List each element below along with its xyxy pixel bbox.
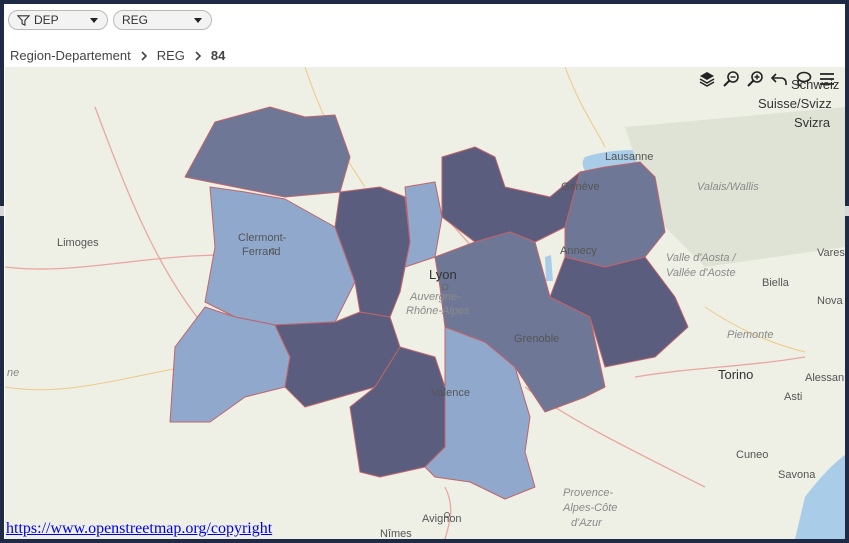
- osm-copyright-link[interactable]: https://www.openstreetmap.org/copyright: [6, 520, 272, 538]
- place-label: Biella: [762, 277, 789, 289]
- place-label: Genève: [561, 181, 600, 193]
- place-label: ne: [7, 367, 20, 379]
- zoom-in-icon[interactable]: [745, 69, 765, 89]
- lasso-icon[interactable]: [793, 69, 813, 89]
- resize-handle-left[interactable]: [0, 206, 4, 216]
- place-label: Alpes-Côte: [563, 502, 618, 514]
- layers-icon[interactable]: [697, 69, 717, 89]
- undo-icon[interactable]: [769, 69, 789, 89]
- place-label: Rhône-Alpes: [406, 305, 470, 317]
- breadcrumb-root[interactable]: Region-Departement: [10, 48, 131, 63]
- dep-filter-label: DEP: [34, 13, 59, 27]
- place-label: Nîmes: [380, 528, 412, 539]
- place-label: Nova: [817, 295, 843, 307]
- dashboard-panel: DEP REG Region-Departement REG 84 Schwei…: [4, 4, 845, 539]
- place-label: Piemonte: [727, 329, 774, 341]
- place-label: Provence-: [563, 487, 614, 499]
- map-view[interactable]: Schweiz Suisse/Svizz Svizra Lausanne Gen…: [5, 67, 845, 539]
- reg-filter-label: REG: [122, 13, 149, 27]
- place-label: Vallée d'Aoste: [666, 267, 736, 279]
- chevron-down-icon: [90, 18, 98, 23]
- place-label: Alessan: [805, 372, 845, 384]
- dep-filter-dropdown[interactable]: DEP: [8, 10, 108, 30]
- zoom-out-icon[interactable]: [721, 69, 741, 89]
- breadcrumb-current: 84: [210, 48, 226, 63]
- place-label: Asti: [784, 391, 803, 403]
- filter-icon: [17, 14, 30, 26]
- place-label: Torino: [718, 367, 754, 382]
- place-label: Vares: [817, 247, 845, 259]
- lake-bourget: [545, 255, 553, 281]
- place-label: Lyon: [429, 267, 457, 282]
- chevron-right-icon: [141, 50, 147, 61]
- place-label: Avignon: [422, 513, 462, 525]
- place-label: Grenoble: [514, 333, 560, 345]
- sea: [795, 455, 845, 539]
- chevron-down-icon: [194, 18, 202, 23]
- place-label: Lausanne: [605, 151, 654, 163]
- place-label: d'Azur: [571, 517, 602, 529]
- place-label: Suisse/Svizz: [758, 96, 832, 111]
- place-label: Valle d'Aosta /: [666, 252, 736, 264]
- dep-allier: [184, 106, 351, 198]
- reg-filter-dropdown[interactable]: REG: [113, 10, 212, 30]
- menu-icon[interactable]: [817, 69, 837, 89]
- dep-ain: [441, 146, 581, 243]
- dep-cantal: [169, 306, 291, 423]
- breadcrumb: Region-Departement REG 84: [10, 48, 225, 63]
- place-label: Annecy: [560, 245, 597, 257]
- map-toolbar: [697, 69, 837, 89]
- map-basemap: [5, 67, 845, 539]
- place-label: Ferrand: [242, 246, 281, 258]
- place-label: Savona: [778, 469, 816, 481]
- place-label: Cuneo: [736, 449, 769, 461]
- place-label: Valais/Wallis: [697, 181, 759, 193]
- place-label: Limoges: [57, 237, 99, 249]
- filter-toolbar: DEP REG: [4, 4, 845, 38]
- place-label: Auvergne-: [410, 291, 461, 303]
- resize-handle-right[interactable]: [845, 206, 849, 216]
- place-label: Svizra: [794, 115, 831, 130]
- place-label: Clermont-: [238, 232, 287, 244]
- breadcrumb-level[interactable]: REG: [157, 48, 185, 63]
- place-label: Valence: [431, 387, 470, 399]
- chevron-right-icon: [195, 50, 201, 61]
